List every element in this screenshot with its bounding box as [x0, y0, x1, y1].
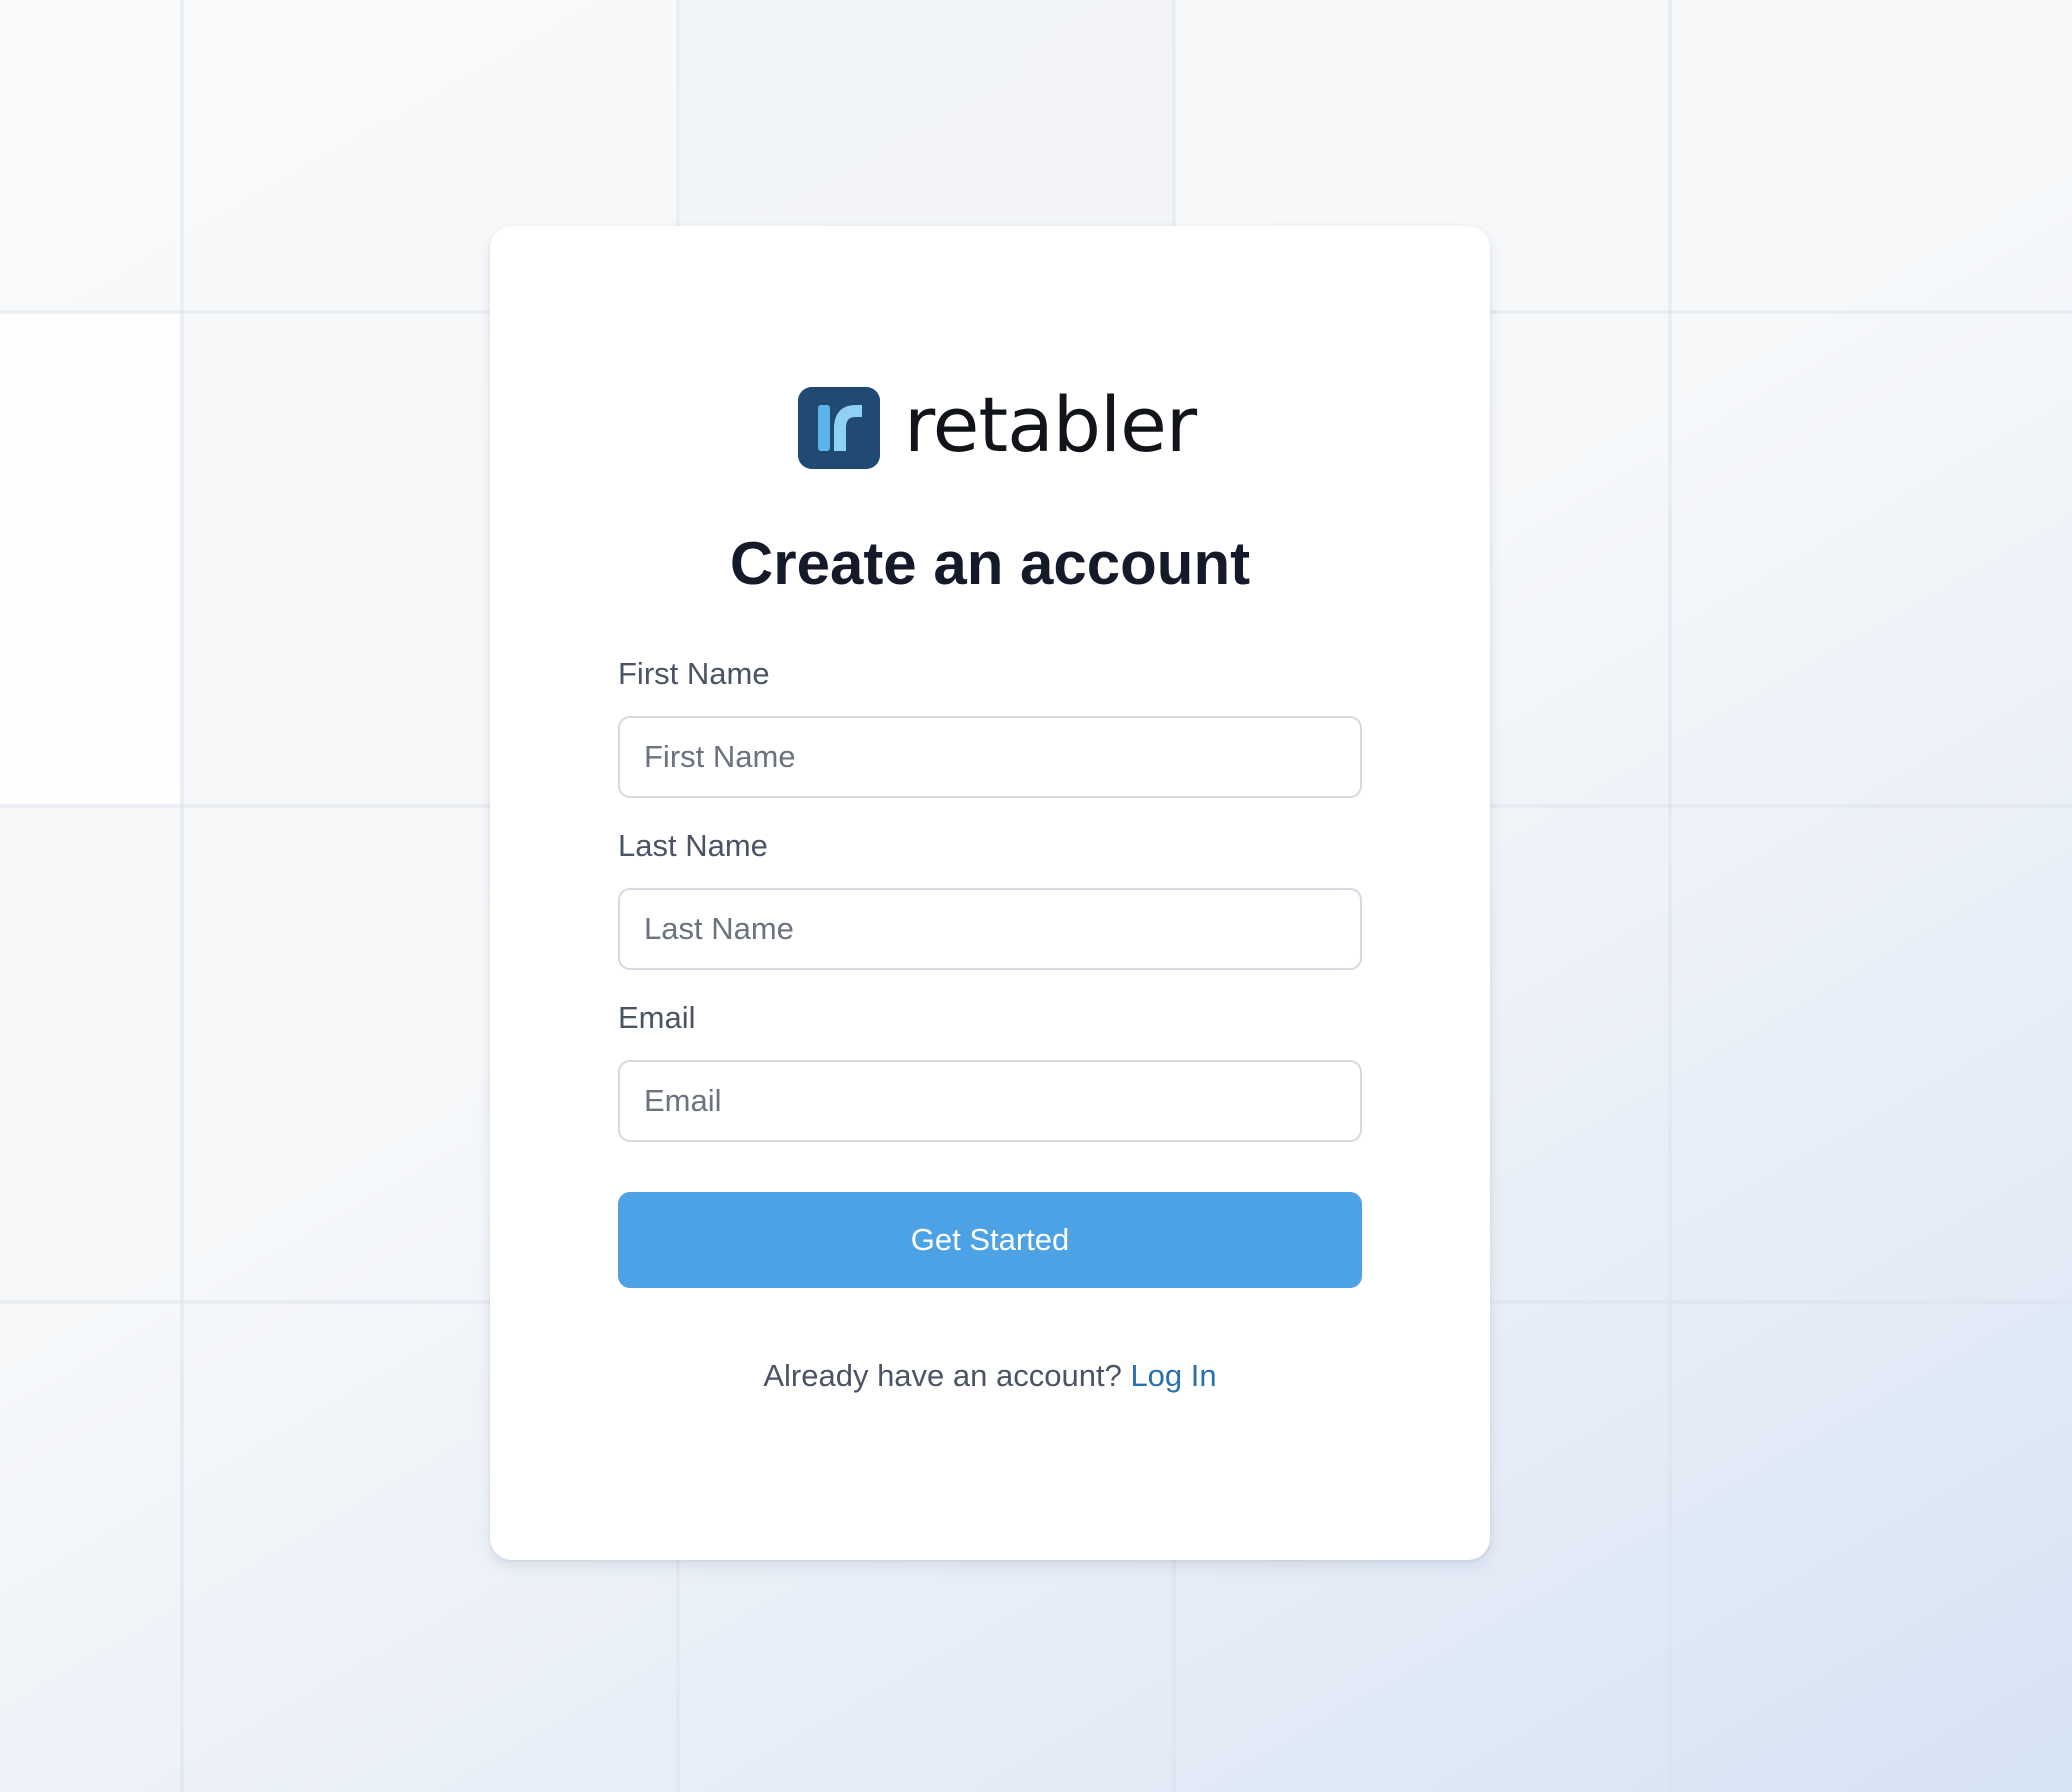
login-prompt: Already have an account? Log In: [490, 1356, 1490, 1396]
email-input[interactable]: [618, 1060, 1362, 1142]
login-link[interactable]: Log In: [1130, 1358, 1216, 1393]
last-name-input[interactable]: [618, 888, 1362, 970]
get-started-button[interactable]: Get Started: [618, 1192, 1362, 1288]
brand-name: retabler: [904, 380, 1197, 469]
first-name-label: First Name: [618, 656, 770, 691]
page-title: Create an account: [729, 530, 1251, 597]
login-prompt-text: Already have an account?: [763, 1358, 1122, 1393]
last-name-label: Last Name: [618, 828, 768, 863]
retabler-logo-icon: [798, 387, 880, 469]
signup-card: retabler Create an account First Name La…: [490, 226, 1490, 1560]
first-name-input[interactable]: [618, 716, 1362, 798]
brand-logo: retabler: [798, 380, 1197, 470]
email-label: Email: [618, 1000, 696, 1035]
